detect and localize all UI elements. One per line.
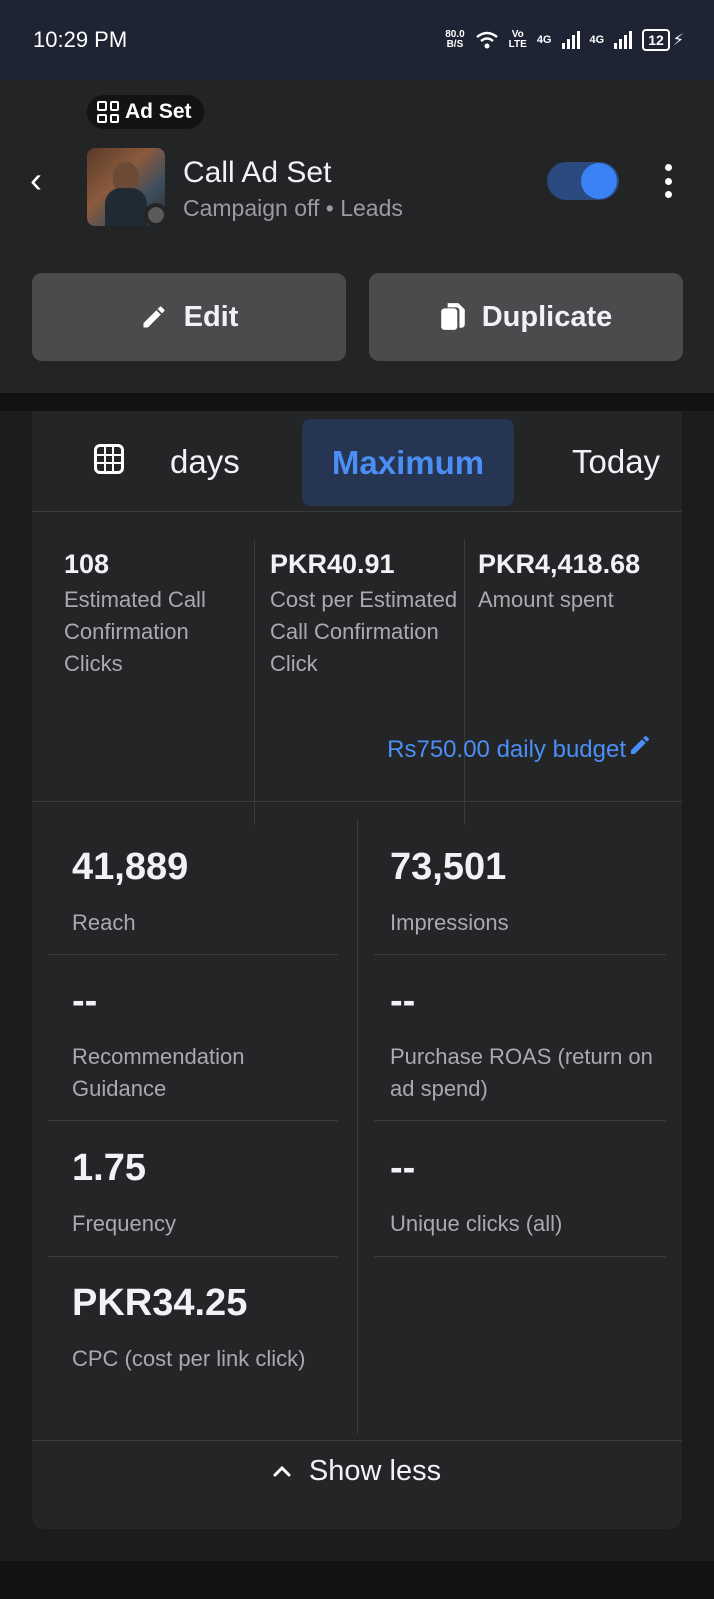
summary-metric-amount-spent: PKR4,418.68 Amount spent: [478, 549, 678, 616]
metric-label: Impressions: [390, 910, 509, 935]
chevron-up-icon: [273, 1465, 291, 1477]
divider: [32, 511, 682, 512]
adset-badge: Ad Set: [87, 95, 204, 129]
summary-label: Cost per Estimated Call Confirmation Cli…: [270, 587, 458, 676]
grid-icon: [97, 101, 119, 123]
battery-indicator: 12 ⚡: [642, 29, 684, 51]
metric-purchase-roas: -- Purchase ROAS (return on ad spend): [390, 979, 660, 1105]
divider: [32, 801, 682, 802]
duplicate-label: Duplicate: [481, 300, 613, 333]
metric-impressions: 73,501 Impressions: [390, 845, 660, 939]
divider: [464, 539, 465, 825]
status-icons: 80.0 B/S Vo LTE 4G 4G 12 ⚡: [445, 29, 684, 51]
metric-value: --: [390, 980, 416, 1022]
summary-value: PKR40.91: [270, 549, 395, 579]
metric-label: Purchase ROAS (return on ad spend): [390, 1044, 653, 1101]
pencil-icon: [143, 306, 165, 328]
page-title: Call Ad Set: [183, 156, 332, 189]
battery-level: 12: [642, 29, 670, 51]
divider: [48, 954, 338, 955]
summary-label: Amount spent: [478, 587, 614, 612]
duplicate-button[interactable]: Duplicate: [369, 273, 683, 361]
metric-frequency: 1.75 Frequency: [72, 1146, 342, 1240]
divider: [374, 1256, 666, 1257]
edit-label: Edit: [183, 300, 239, 333]
summary-value: PKR4,418.68: [478, 549, 641, 579]
signal-icon-2: [614, 31, 633, 49]
copy-icon: [440, 303, 465, 330]
back-arrow-icon[interactable]: ‹: [30, 162, 60, 198]
metric-label: Reach: [72, 910, 136, 935]
calendar-icon[interactable]: [94, 444, 124, 474]
metric-value: 41,889: [72, 846, 189, 888]
metric-label: Unique clicks (all): [390, 1211, 563, 1236]
divider: [374, 1120, 666, 1121]
daily-budget-link[interactable]: Rs750.00 daily budget: [32, 733, 652, 764]
date-range-selector: days Maximum Today: [32, 411, 682, 521]
summary-label: Estimated Call Confirmation Clicks: [64, 587, 206, 676]
toggle-knob: [581, 163, 617, 199]
divider: [48, 1256, 338, 1257]
edit-budget-icon: [631, 735, 650, 754]
adset-badge-label: Ad Set: [125, 100, 192, 123]
range-option-today[interactable]: Today: [572, 443, 660, 481]
metric-recommendation-guidance: -- Recommendation Guidance: [72, 979, 342, 1105]
metric-cpc: PKR34.25 CPC (cost per link click): [72, 1281, 342, 1375]
metric-reach: 41,889 Reach: [72, 845, 342, 939]
metric-label: Frequency: [72, 1211, 176, 1236]
daily-budget-label: Rs750.00 daily budget: [387, 736, 626, 763]
adset-toggle[interactable]: [547, 162, 619, 200]
range-option-maximum[interactable]: Maximum: [302, 419, 514, 506]
wifi-icon: [475, 31, 498, 49]
range-option-days[interactable]: days: [170, 443, 240, 481]
page-subtitle: Campaign off • Leads: [183, 195, 403, 221]
network-type-2: 4G: [589, 34, 605, 46]
metric-unique-clicks: -- Unique clicks (all): [390, 1146, 660, 1240]
summary-metric-cost-per-result: PKR40.91 Cost per Estimated Call Confirm…: [270, 549, 460, 680]
summary-metric-results: 108 Estimated Call Confirmation Clicks: [64, 549, 244, 680]
metric-value: --: [72, 980, 98, 1022]
adset-header: Ad Set ‹ Call Ad Set Campaign off • Lead…: [0, 80, 714, 393]
divider: [48, 1120, 338, 1121]
metric-value: 1.75: [72, 1147, 146, 1189]
divider: [374, 954, 666, 955]
metric-value: --: [390, 1147, 416, 1189]
show-less-button[interactable]: Show less: [32, 1441, 682, 1501]
metric-label: Recommendation Guidance: [72, 1044, 245, 1101]
network-type-1: 4G: [536, 34, 552, 46]
insights-card: days Maximum Today 108 Estimated Call Co…: [32, 411, 682, 1529]
metric-value: 73,501: [390, 846, 507, 888]
metric-label: CPC (cost per link click): [72, 1346, 306, 1371]
volte-icon: Vo LTE: [509, 30, 527, 50]
show-less-label: Show less: [308, 1454, 442, 1487]
edit-button[interactable]: Edit: [32, 273, 346, 361]
network-speed-unit: B/S: [446, 39, 464, 50]
divider: [254, 539, 255, 825]
section-divider: [0, 393, 714, 411]
network-speed: 80.0 B/S: [445, 30, 464, 50]
signal-icon: [561, 31, 580, 49]
more-options-icon[interactable]: [660, 164, 676, 198]
summary-value: 108: [64, 549, 110, 579]
status-dot: [144, 203, 168, 227]
status-time: 10:29 PM: [33, 27, 128, 52]
volte-bottom: LTE: [508, 39, 527, 50]
charging-icon: ⚡: [672, 32, 684, 49]
status-bar: 10:29 PM 80.0 B/S Vo LTE 4G 4G 12 ⚡: [0, 0, 714, 80]
bottom-divider: [0, 1561, 714, 1599]
divider: [357, 819, 358, 1434]
metric-value: PKR34.25: [72, 1282, 248, 1324]
